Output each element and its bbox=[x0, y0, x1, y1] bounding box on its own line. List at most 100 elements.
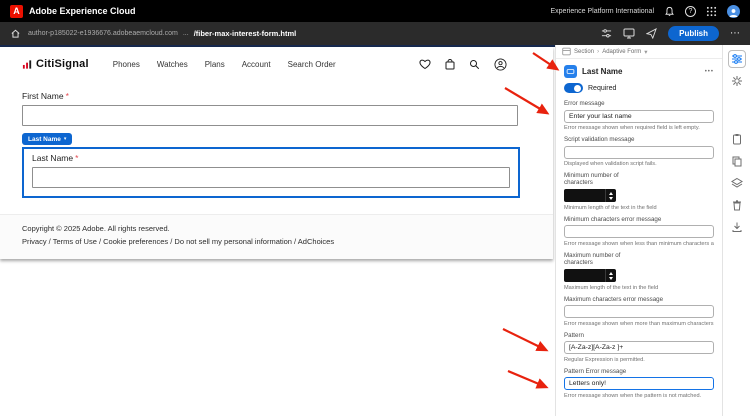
site-preview: CitiSignal Phones Watches Plans Account … bbox=[0, 47, 553, 259]
app-title: Adobe Experience Cloud bbox=[29, 6, 136, 16]
stepper-up-icon[interactable] bbox=[609, 272, 613, 275]
send-icon[interactable] bbox=[646, 28, 658, 39]
field-helper: Error message shown when less than minim… bbox=[564, 240, 714, 247]
nav-link-search-order[interactable]: Search Order bbox=[288, 60, 336, 69]
sliders-icon[interactable] bbox=[601, 28, 612, 39]
field-pattern: Pattern Regular Expression is permitted. bbox=[556, 332, 722, 363]
breadcrumb-section[interactable]: Section bbox=[574, 49, 594, 55]
last-name-label-text: Last Name bbox=[32, 152, 74, 163]
form-area: First Name * Last Name ▾ Last Name * bbox=[0, 81, 553, 198]
site-header: CitiSignal Phones Watches Plans Account … bbox=[0, 47, 553, 81]
min-characters-stepper[interactable] bbox=[564, 189, 616, 203]
layers-icon[interactable] bbox=[728, 174, 746, 192]
pattern-input[interactable] bbox=[564, 341, 714, 355]
first-name-input[interactable] bbox=[22, 105, 518, 126]
field-helper: Error message shown when more than maxim… bbox=[564, 320, 714, 327]
copy-icon[interactable] bbox=[728, 152, 746, 170]
notifications-icon[interactable] bbox=[664, 6, 675, 17]
more-options-icon[interactable]: ⋯ bbox=[730, 28, 740, 39]
field-min-characters: Minimum number of characters Minimum len… bbox=[556, 172, 722, 211]
pattern-error-input[interactable] bbox=[564, 377, 714, 391]
field-label: Error message bbox=[564, 100, 605, 107]
account-icon[interactable] bbox=[494, 57, 507, 71]
chevron-down-icon: ▾ bbox=[63, 135, 67, 142]
breadcrumb-page[interactable]: /fiber-max-interest-form.html bbox=[194, 29, 297, 38]
nav-link-watches[interactable]: Watches bbox=[157, 60, 188, 69]
copyright-text: Copyright © 2025 Adobe. All rights reser… bbox=[22, 224, 170, 233]
breadcrumb-ellipsis[interactable]: ... bbox=[183, 30, 189, 37]
required-toggle-label: Required bbox=[588, 84, 617, 92]
chevron-right-icon: › bbox=[597, 48, 600, 55]
gear-icon[interactable] bbox=[728, 72, 746, 90]
stepper-down-icon[interactable] bbox=[609, 196, 613, 200]
section-icon bbox=[562, 47, 571, 56]
breadcrumb: author-p185022-e1936676.adobeaemcloud.co… bbox=[28, 29, 296, 38]
citisignal-logo[interactable]: CitiSignal bbox=[22, 58, 89, 70]
field-label: Maximum characters error message bbox=[564, 295, 664, 303]
properties-panel: Section › Adaptive Form ▾ Last Name ••• … bbox=[555, 45, 722, 416]
devices-icon[interactable] bbox=[623, 28, 635, 39]
toolbar-actions: Publish ⋯ bbox=[601, 26, 740, 41]
panel-breadcrumb: Section › Adaptive Form ▾ bbox=[556, 45, 722, 59]
page-canvas: CitiSignal Phones Watches Plans Account … bbox=[0, 45, 555, 416]
required-asterisk: * bbox=[75, 152, 79, 163]
field-pattern-error: Pattern Error message Error message show… bbox=[556, 368, 722, 399]
breadcrumb-adaptive-form[interactable]: Adaptive Form bbox=[602, 49, 641, 55]
last-name-input[interactable] bbox=[32, 166, 510, 188]
site-nav: Phones Watches Plans Account Search Orde… bbox=[113, 60, 336, 69]
site-brand: CitiSignal bbox=[36, 58, 89, 70]
home-icon[interactable] bbox=[10, 28, 21, 39]
wishlist-heart-icon[interactable] bbox=[419, 59, 431, 70]
properties-rail-icon[interactable] bbox=[727, 50, 746, 68]
field-helper: Error message shown when the pattern is … bbox=[564, 392, 702, 399]
first-name-label: First Name * bbox=[22, 91, 553, 101]
field-max-characters: Maximum number of characters Maximum len… bbox=[556, 252, 722, 291]
clipboard-icon[interactable] bbox=[728, 130, 746, 148]
apps-grid-icon[interactable] bbox=[706, 6, 717, 17]
nav-link-phones[interactable]: Phones bbox=[113, 60, 140, 69]
max-characters-stepper[interactable] bbox=[564, 269, 616, 283]
cart-bag-icon[interactable] bbox=[445, 58, 455, 70]
stepper-down-icon[interactable] bbox=[609, 276, 613, 280]
chevron-down-icon[interactable]: ▾ bbox=[644, 48, 647, 56]
max-characters-error-input[interactable] bbox=[564, 305, 714, 319]
avatar[interactable] bbox=[727, 4, 740, 18]
required-toggle[interactable] bbox=[564, 83, 583, 93]
last-name-label: Last Name * bbox=[32, 153, 510, 163]
script-validation-input[interactable] bbox=[564, 145, 714, 159]
top-bar: A Adobe Experience Cloud Experience Plat… bbox=[0, 0, 750, 22]
field-label: Pattern Error message bbox=[564, 367, 627, 375]
field-error-message: Error message Error message shown when r… bbox=[556, 100, 722, 131]
top-bar-right: Experience Platform International ? bbox=[551, 4, 740, 18]
footer-links[interactable]: Privacy / Terms of Use / Cookie preferen… bbox=[22, 237, 531, 246]
stepper-up-icon[interactable] bbox=[609, 192, 613, 196]
text-field-component-icon bbox=[564, 65, 577, 78]
breadcrumb-host[interactable]: author-p185022-e1936676.adobeaemcloud.co… bbox=[28, 30, 178, 37]
component-more-icon[interactable]: ••• bbox=[705, 69, 714, 75]
field-label: Script validation message bbox=[564, 136, 635, 143]
download-icon[interactable] bbox=[728, 218, 746, 236]
site-footer: Copyright © 2025 Adobe. All rights reser… bbox=[0, 214, 553, 259]
selected-component-chip[interactable]: Last Name ▾ bbox=[22, 133, 73, 145]
component-header: Last Name ••• bbox=[556, 59, 722, 82]
selected-component-outline[interactable]: Last Name * bbox=[22, 146, 520, 198]
field-helper: Maximum length of the text in the field bbox=[564, 284, 659, 291]
org-switcher[interactable]: Experience Platform International bbox=[551, 8, 655, 15]
error-message-input[interactable] bbox=[564, 109, 714, 123]
required-asterisk: * bbox=[65, 91, 69, 101]
min-characters-error-input[interactable] bbox=[564, 225, 714, 239]
publish-button[interactable]: Publish bbox=[668, 26, 719, 41]
help-icon[interactable]: ? bbox=[685, 5, 696, 17]
component-title: Last Name bbox=[582, 67, 623, 76]
chip-label: Last Name bbox=[28, 135, 61, 143]
field-label: Maximum number of characters bbox=[564, 251, 621, 267]
nav-link-plans[interactable]: Plans bbox=[205, 60, 225, 69]
adobe-logo[interactable]: A bbox=[10, 4, 23, 18]
field-helper: Regular Expression is permitted. bbox=[564, 356, 645, 363]
site-header-icons bbox=[419, 57, 507, 71]
trash-icon[interactable] bbox=[728, 196, 746, 214]
nav-link-account[interactable]: Account bbox=[242, 60, 271, 69]
search-icon[interactable] bbox=[469, 59, 480, 70]
field-script-validation: Script validation message Displayed when… bbox=[556, 136, 722, 167]
field-label: Minimum characters error message bbox=[564, 215, 662, 223]
